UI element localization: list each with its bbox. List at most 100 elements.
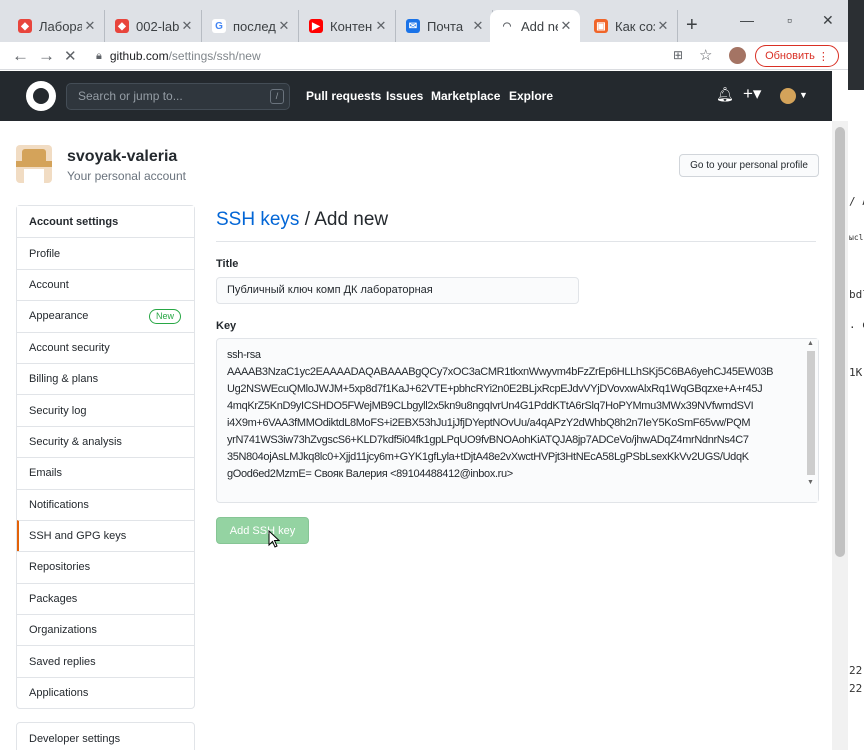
page-title: SSH keys / Add new bbox=[216, 209, 388, 231]
update-label: Обновить bbox=[765, 50, 815, 62]
translate-icon[interactable]: ⊞ bbox=[673, 48, 683, 62]
tab-title: Лабора bbox=[39, 18, 82, 34]
google-favicon-icon: G bbox=[212, 19, 226, 33]
youtube-favicon-icon: ▶ bbox=[309, 19, 323, 33]
close-icon[interactable]: ✕ bbox=[82, 18, 98, 34]
tab-how-to[interactable]: ▣ Как соз ✕ bbox=[584, 10, 678, 42]
sidebar-item-label: Profile bbox=[29, 247, 61, 260]
back-arrow-icon[interactable]: ← bbox=[12, 46, 29, 66]
url-path: /settings/ssh/new bbox=[168, 49, 261, 63]
forward-arrow-icon[interactable]: → bbox=[38, 46, 55, 66]
close-icon[interactable]: ✕ bbox=[179, 18, 195, 34]
breadcrumb-ssh-keys[interactable]: SSH keys bbox=[216, 209, 299, 230]
maximize-button[interactable]: ▫ bbox=[787, 12, 792, 28]
sidebar-item-repositories[interactable]: Repositories bbox=[17, 551, 194, 582]
sidebar-item-profile[interactable]: Profile bbox=[17, 237, 194, 268]
browser-toolbar: ← → ✕ 🔒︎ github.com/settings/ssh/new ⊞ ☆… bbox=[0, 42, 848, 70]
bell-icon[interactable]: 🔔︎ bbox=[716, 86, 734, 103]
sidebar-item-label: Developer settings bbox=[29, 733, 121, 745]
background-window-header bbox=[848, 0, 864, 90]
background-text: . d bbox=[849, 318, 864, 331]
add-ssh-key-button[interactable]: Add SSH key bbox=[216, 517, 309, 544]
scroll-up-icon[interactable]: ▲ bbox=[807, 340, 814, 347]
sidebar-item-ssh-gpg-keys[interactable]: SSH and GPG keys bbox=[17, 519, 194, 552]
close-icon[interactable]: ✕ bbox=[470, 18, 486, 34]
go-to-profile-button[interactable]: Go to your personal profile bbox=[679, 154, 819, 177]
tab-add-new[interactable]: ◠ Add ne ✕ bbox=[490, 10, 580, 42]
sidebar-item-label: Packages bbox=[29, 592, 78, 605]
background-text: bdl bbox=[849, 288, 864, 301]
sidebar-item-saved-replies[interactable]: Saved replies bbox=[17, 645, 194, 676]
close-icon[interactable]: ✕ bbox=[373, 18, 389, 34]
username[interactable]: svoyak-valeria bbox=[67, 148, 177, 166]
star-bookmark-icon[interactable]: ☆ bbox=[699, 46, 712, 64]
gitlab-favicon-icon: ◆ bbox=[115, 19, 129, 33]
sidebar-item-security-analysis[interactable]: Security & analysis bbox=[17, 425, 194, 457]
new-tab-button[interactable]: + bbox=[686, 14, 698, 37]
nav-issues[interactable]: Issues bbox=[386, 89, 423, 103]
sidebar-item-organizations[interactable]: Organizations bbox=[17, 614, 194, 645]
minimize-button[interactable]: — bbox=[740, 12, 754, 28]
title-input[interactable]: Публичный ключ комп ДК лабораторная bbox=[216, 277, 579, 304]
stop-loading-icon[interactable]: ✕ bbox=[64, 47, 77, 65]
developer-settings-box: Developer settings bbox=[16, 722, 195, 750]
tab-mail[interactable]: ✉ Почта ✕ bbox=[396, 10, 493, 42]
textarea-scrollbar[interactable]: ▲ ▼ bbox=[804, 339, 818, 502]
sidebar-item-label: Account bbox=[29, 278, 69, 291]
url-host: github.com bbox=[109, 49, 169, 63]
profile-avatar[interactable] bbox=[729, 47, 746, 64]
sidebar-item-appearance[interactable]: Appearance New bbox=[17, 300, 194, 331]
sidebar-item-label: SSH and GPG keys bbox=[29, 530, 127, 543]
background-text: 1K bbox=[849, 366, 863, 379]
sidebar-item-developer-settings[interactable]: Developer settings bbox=[17, 723, 194, 750]
html-favicon-icon: ▣ bbox=[594, 19, 608, 33]
slash-shortcut-hint: / bbox=[270, 89, 284, 104]
address-bar[interactable]: 🔒︎ github.com/settings/ssh/new bbox=[96, 45, 656, 67]
background-text: 22 bbox=[849, 682, 863, 695]
sidebar-item-label: Account security bbox=[29, 341, 110, 354]
title-label: Title bbox=[216, 258, 239, 270]
sidebar-item-label: Security log bbox=[29, 404, 87, 417]
close-icon[interactable]: ✕ bbox=[276, 18, 292, 34]
user-avatar[interactable] bbox=[16, 145, 52, 183]
tab-google-search[interactable]: G послед ✕ bbox=[202, 10, 299, 42]
tab-youtube[interactable]: ▶ Контен ✕ bbox=[299, 10, 396, 42]
close-icon[interactable]: ✕ bbox=[558, 18, 574, 34]
nav-pull-requests[interactable]: Pull requests bbox=[306, 89, 381, 103]
scrollbar-thumb[interactable] bbox=[807, 351, 815, 475]
sidebar-item-label: Organizations bbox=[29, 624, 97, 637]
background-text: / A bbox=[849, 195, 864, 208]
nav-explore[interactable]: Explore bbox=[509, 89, 553, 103]
background-text: ыcli bbox=[849, 233, 864, 242]
tab-title: 002-lab bbox=[136, 18, 179, 34]
chevron-down-icon[interactable]: ▼ bbox=[799, 90, 808, 100]
scroll-down-icon[interactable]: ▼ bbox=[807, 479, 814, 486]
sidebar-item-label: Emails bbox=[29, 467, 63, 480]
avatar[interactable] bbox=[780, 88, 796, 104]
sidebar-item-applications[interactable]: Applications bbox=[17, 676, 194, 708]
close-icon[interactable]: ✕ bbox=[655, 18, 671, 34]
search-input[interactable]: Search or jump to... / bbox=[66, 83, 290, 110]
sidebar-item-label: Saved replies bbox=[29, 655, 96, 668]
scrollbar-thumb[interactable] bbox=[835, 127, 845, 557]
tab-laboratory[interactable]: ◆ Лабора ✕ bbox=[8, 10, 105, 42]
update-button[interactable]: Обновить ⋮ bbox=[755, 45, 839, 67]
key-label: Key bbox=[216, 320, 237, 332]
sidebar-heading-label: Account settings bbox=[29, 215, 119, 228]
tab-title: Как соз bbox=[615, 18, 655, 34]
close-window-button[interactable]: ✕ bbox=[822, 12, 834, 29]
sidebar-item-packages[interactable]: Packages bbox=[17, 582, 194, 614]
sidebar-item-security-log[interactable]: Security log bbox=[17, 394, 194, 425]
search-placeholder: Search or jump to... bbox=[78, 89, 183, 103]
sidebar-item-emails[interactable]: Emails bbox=[17, 457, 194, 488]
tab-002-lab[interactable]: ◆ 002-lab ✕ bbox=[105, 10, 202, 42]
plus-dropdown-icon[interactable]: +▾ bbox=[743, 84, 761, 104]
sidebar-item-account[interactable]: Account bbox=[17, 268, 194, 300]
sidebar-item-account-security[interactable]: Account security bbox=[17, 331, 194, 363]
github-logo-icon[interactable] bbox=[26, 81, 56, 111]
page-scrollbar[interactable] bbox=[832, 121, 848, 750]
key-textarea[interactable]: ssh-rsa AAAAB3NzaC1yc2EAAAADAQABAAABgQCy… bbox=[216, 338, 819, 503]
nav-marketplace[interactable]: Marketplace bbox=[431, 89, 500, 103]
sidebar-item-notifications[interactable]: Notifications bbox=[17, 488, 194, 520]
sidebar-item-billing[interactable]: Billing & plans bbox=[17, 362, 194, 394]
